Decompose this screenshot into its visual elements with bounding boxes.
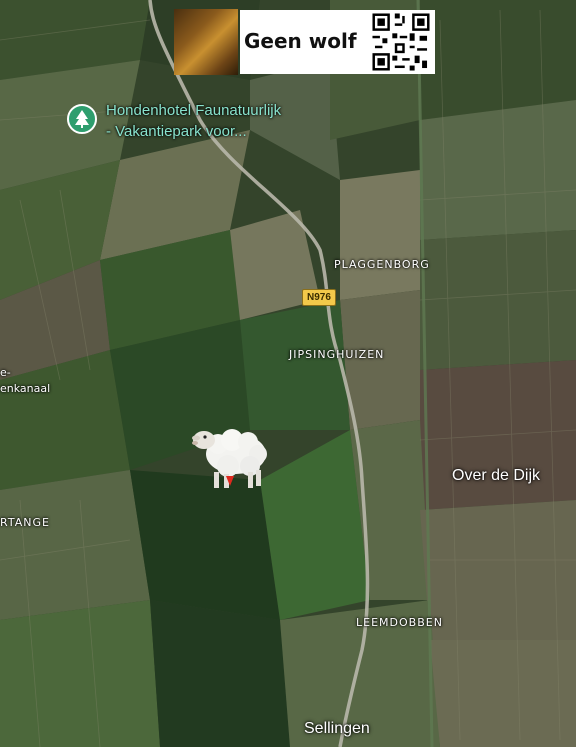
tree-icon [75, 110, 89, 128]
canal-label-line2: enkanaal [0, 382, 51, 395]
road-shield-n976: N976 [302, 289, 336, 306]
poi-marker[interactable] [67, 104, 97, 134]
poi-name-line2[interactable]: - Vakantiepark voor... [106, 122, 247, 142]
town-over-de-dijk: Over de Dijk [452, 467, 541, 484]
town-sellingen: Sellingen [304, 720, 370, 737]
place-jipsinghuizen: JIPSINGHUIZEN [289, 348, 385, 361]
banner-text: Geen wolf [244, 29, 357, 53]
satellite-map[interactable]: Geen wolf Hondenhotel Faunatuurlijk - Va… [0, 0, 576, 747]
canal-label-line1: e- [0, 366, 11, 379]
place-plaggenborg: PLAGGENBORG [334, 258, 430, 271]
banner: Geen wolf [174, 9, 435, 75]
sheep-icon [192, 429, 267, 488]
place-ortange: RTANGE [0, 516, 50, 529]
poi-name-line1[interactable]: Hondenhotel Faunatuurlijk [106, 101, 281, 121]
qr-code-icon [370, 11, 432, 73]
place-leemdobben: LEEMDOBBEN [356, 616, 443, 629]
forest-photo [174, 9, 238, 75]
